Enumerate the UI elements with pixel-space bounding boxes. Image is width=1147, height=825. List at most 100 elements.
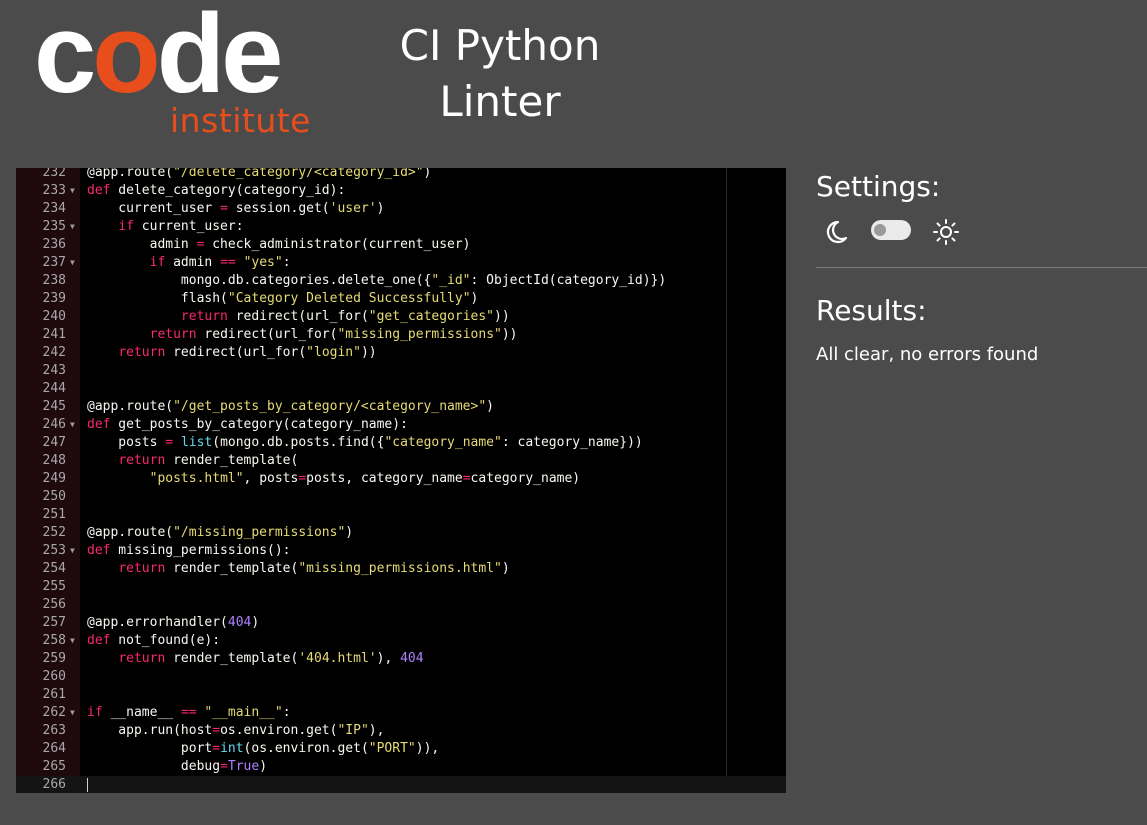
code-line[interactable]: 232 @app.route("/delete_category/<categor… — [16, 168, 786, 182]
code-line[interactable]: 234 current_user = session.get('user') — [16, 200, 786, 218]
code-line[interactable]: 254 return render_template("missing_perm… — [16, 560, 786, 578]
code-token: missing_permissions(): — [110, 543, 291, 558]
code-token: : — [282, 255, 291, 270]
code-token: category_name) — [470, 471, 581, 486]
line-number: 244 — [42, 381, 66, 396]
code-line[interactable]: 242 return redirect(url_for("login")) — [16, 344, 786, 362]
code-line[interactable]: 257 @app.errorhandler(404) — [16, 614, 786, 632]
code-token: @app.route( — [87, 168, 174, 180]
code-text: return redirect(url_for("login")) — [87, 344, 376, 362]
code-line[interactable]: 255 — [16, 578, 786, 596]
code-token: int — [220, 741, 244, 756]
code-text: "posts.html", posts=posts, category_name… — [87, 470, 581, 488]
code-line[interactable]: 235 ▼ if current_user: — [16, 218, 786, 236]
code-line[interactable]: 260 — [16, 668, 786, 686]
line-number: 251 — [42, 507, 66, 522]
fold-arrow-icon[interactable]: ▼ — [70, 632, 75, 650]
code-line[interactable]: 247 posts = list(mongo.db.posts.find({"c… — [16, 434, 786, 452]
code-line[interactable]: 250 — [16, 488, 786, 506]
logo-letter-c: c — [34, 0, 96, 116]
code-editor[interactable]: 232 @app.route("/delete_category/<categor… — [16, 168, 786, 793]
code-line[interactable]: 245 @app.route("/get_posts_by_category/<c… — [16, 398, 786, 416]
code-line[interactable]: 251 — [16, 506, 786, 524]
code-text: def delete_category(category_id): — [87, 182, 345, 200]
code-token: "get_categories" — [368, 309, 495, 324]
theme-toggle-switch[interactable] — [871, 220, 911, 240]
code-token: mongo.db.categories.delete_one({ — [87, 273, 432, 288]
code-token: ) — [501, 561, 510, 576]
code-line[interactable]: 259 return render_template('404.html'), … — [16, 650, 786, 668]
code-line[interactable]: 248 return render_template( — [16, 452, 786, 470]
code-token: redirect(url_for( — [227, 309, 369, 324]
line-number: 255 — [42, 579, 66, 594]
code-line[interactable]: 241 return redirect(url_for("missing_per… — [16, 326, 786, 344]
code-line[interactable]: 256 — [16, 596, 786, 614]
code-token: "IP" — [337, 723, 369, 738]
code-line[interactable]: 240 return redirect(url_for("get_categor… — [16, 308, 786, 326]
line-number: 243 — [42, 363, 66, 378]
code-line[interactable]: 246 ▼ def get_posts_by_category(category_n… — [16, 416, 786, 434]
code-line[interactable]: 263 app.run(host=os.environ.get("IP"), — [16, 722, 786, 740]
fold-arrow-icon[interactable]: ▼ — [70, 254, 75, 272]
code-line[interactable]: 266 — [16, 776, 786, 793]
fold-arrow-icon[interactable]: ▼ — [70, 704, 75, 722]
code-line[interactable]: 252 @app.route("/missing_permissions") — [16, 524, 786, 542]
line-number: 249 — [42, 471, 66, 486]
code-line[interactable]: 233 ▼ def delete_category(category_id): — [16, 182, 786, 200]
line-number: 256 — [42, 597, 66, 612]
code-lines: 232 @app.route("/delete_category/<categor… — [16, 168, 786, 793]
code-line[interactable]: 265 debug=True) — [16, 758, 786, 776]
code-line[interactable]: 239 flash("Category Deleted Successfully… — [16, 290, 786, 308]
line-number: 240 — [42, 309, 66, 324]
line-number: 258 — [42, 633, 66, 648]
code-text: def get_posts_by_category(category_name)… — [87, 416, 408, 434]
moon-icon[interactable] — [822, 218, 850, 246]
sun-icon[interactable] — [932, 218, 960, 246]
line-number: 232 — [42, 168, 66, 180]
line-number: 253 — [42, 543, 66, 558]
code-line[interactable]: 237 ▼ if admin == "yes": — [16, 254, 786, 272]
code-line[interactable]: 238 mongo.db.categories.delete_one({"_id… — [16, 272, 786, 290]
code-token: current_user — [87, 201, 221, 216]
code-token: = — [212, 741, 221, 756]
code-token: (os.environ.get( — [243, 741, 369, 756]
code-institute-logo: code institute — [34, 0, 314, 150]
code-token: return — [118, 651, 166, 666]
line-number: 254 — [42, 561, 66, 576]
code-token: port — [87, 741, 213, 756]
code-line[interactable]: 243 — [16, 362, 786, 380]
code-text: admin = check_administrator(current_user… — [87, 236, 471, 254]
toggle-knob — [874, 224, 886, 236]
fold-arrow-icon[interactable]: ▼ — [70, 182, 75, 200]
code-line[interactable]: 258 ▼ def not_found(e): — [16, 632, 786, 650]
code-token: return — [118, 453, 166, 468]
code-line[interactable]: 264 port=int(os.environ.get("PORT")), — [16, 740, 786, 758]
code-token: "missing_permissions.html" — [298, 561, 502, 576]
code-text: return redirect(url_for("missing_permiss… — [87, 326, 518, 344]
code-token: redirect(url_for( — [196, 327, 338, 342]
fold-arrow-icon[interactable]: ▼ — [70, 542, 75, 560]
fold-arrow-icon[interactable]: ▼ — [70, 218, 75, 236]
line-number: 237 — [42, 255, 66, 270]
code-line[interactable]: 244 — [16, 380, 786, 398]
code-token: "/delete_category/<category_id>" — [173, 168, 424, 180]
code-line[interactable]: 236 admin = check_administrator(current_… — [16, 236, 786, 254]
code-line[interactable]: 262 ▼ if __name__ == "__main__": — [16, 704, 786, 722]
code-line[interactable]: 261 — [16, 686, 786, 704]
fold-arrow-icon[interactable]: ▼ — [70, 416, 75, 434]
code-text: def not_found(e): — [87, 632, 220, 650]
code-token: ) — [423, 168, 432, 180]
code-line[interactable]: 253 ▼ def missing_permissions(): — [16, 542, 786, 560]
code-token: "posts.html" — [149, 471, 244, 486]
code-token: ) — [486, 399, 494, 414]
code-token: 404 — [227, 615, 252, 630]
line-number: 235 — [42, 219, 66, 234]
code-token: '404.html' — [298, 651, 377, 666]
code-line[interactable]: 249 "posts.html", posts=posts, category_… — [16, 470, 786, 488]
code-token: if — [87, 705, 103, 720]
